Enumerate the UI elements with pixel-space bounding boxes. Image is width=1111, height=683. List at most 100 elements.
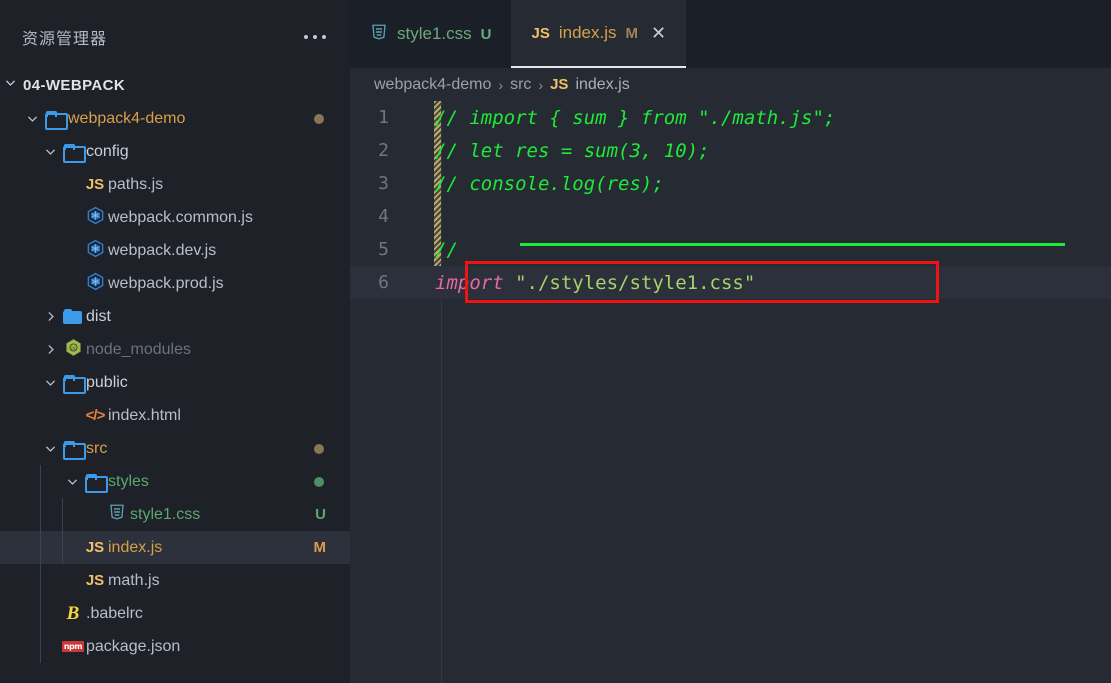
file-tree: webpack4-demo config JS paths.js webpack.com… — [0, 102, 350, 663]
chevron-down-icon[interactable] — [40, 376, 60, 389]
indent-guide — [62, 498, 63, 564]
editor-tab-style1-css[interactable]: style1.css U — [350, 0, 512, 68]
code-line[interactable]: 4 — [350, 200, 1111, 233]
tree-folder-webpack4-demo[interactable]: webpack4-demo — [0, 102, 350, 135]
code-line[interactable]: 6 import "./styles/style1.css" — [350, 266, 1111, 299]
code-editor[interactable]: 1 // import { sum } from "./math.js"; 2 // … — [350, 101, 1111, 683]
tree-file-math-js[interactable]: JS math.js — [0, 564, 350, 597]
code-token: "./styles/style1.css" — [515, 271, 756, 294]
tree-item-label: config — [86, 142, 129, 160]
tree-item-label: index.html — [108, 406, 181, 424]
tree-folder-styles[interactable]: styles — [0, 465, 350, 498]
tree-item-label: style1.css — [130, 505, 201, 523]
babel-icon: B — [66, 602, 80, 624]
git-status-badge: M — [313, 539, 327, 556]
folder-open-icon — [42, 111, 68, 130]
tree-file-index-html[interactable]: </> index.html — [0, 399, 350, 432]
chevron-down-icon[interactable] — [4, 76, 17, 94]
kebab-menu-icon[interactable] — [298, 29, 332, 45]
chevron-down-icon[interactable] — [62, 475, 82, 488]
chevron-down-icon[interactable] — [40, 442, 60, 455]
folder-open-icon — [60, 441, 86, 460]
folder-open-icon — [85, 474, 108, 493]
webpack-icon — [86, 239, 105, 263]
tree-item-label: node_modules — [86, 340, 191, 358]
tree-item-label: public — [86, 373, 128, 391]
code-token: // import { sum } from "./math.js"; — [435, 106, 836, 129]
code-text: // import { sum } from "./math.js"; — [404, 107, 835, 129]
code-line[interactable]: 1 // import { sum } from "./math.js"; — [350, 101, 1111, 134]
tree-folder-node-modules[interactable]: JS node_modules — [0, 333, 350, 366]
tree-file-webpack-dev-js[interactable]: webpack.dev.js — [0, 234, 350, 267]
workspace-root-row[interactable]: 04-WEBPACK — [0, 68, 350, 102]
tree-folder-public[interactable]: public — [0, 366, 350, 399]
tree-folder-dist[interactable]: dist — [0, 300, 350, 333]
tree-file-webpack-prod-js[interactable]: webpack.prod.js — [0, 267, 350, 300]
folder-open-icon — [82, 474, 108, 493]
code-token: import — [435, 271, 504, 294]
editor-tab-index-js[interactable]: JS index.js M ✕ — [511, 0, 687, 68]
webpack-icon — [86, 206, 105, 230]
code-line[interactable]: 5 // — [350, 233, 1111, 266]
folder-open-icon — [63, 441, 86, 460]
tree-file--babelrc[interactable]: B .babelrc — [0, 597, 350, 630]
code-text: // console.log(res); — [404, 173, 664, 195]
js-icon: JS — [85, 176, 105, 193]
breadcrumb-folder[interactable]: src — [510, 76, 531, 94]
nodejs-icon: JS — [64, 338, 83, 362]
tree-item-label: webpack.prod.js — [108, 274, 224, 292]
chevron-right-icon[interactable] — [40, 310, 60, 323]
folder-filled-icon — [63, 309, 83, 324]
folder-open-icon — [63, 375, 86, 394]
code-text: // — [404, 239, 469, 261]
code-token: // let res = sum(3, 10); — [435, 139, 710, 162]
line-number: 3 — [378, 173, 389, 194]
js-icon: JS — [531, 25, 549, 42]
line-number: 6 — [378, 272, 389, 293]
editor-tab-bar: style1.css U JS index.js M ✕ — [350, 0, 1111, 68]
webpack-icon — [86, 272, 105, 296]
html-icon: </> — [85, 407, 106, 424]
tree-item-label: index.js — [108, 538, 163, 556]
svg-text:JS: JS — [70, 345, 75, 351]
code-line[interactable]: 2 // let res = sum(3, 10); — [350, 134, 1111, 167]
tree-folder-src[interactable]: src — [0, 432, 350, 465]
line-number: 1 — [378, 107, 389, 128]
tree-file-paths-js[interactable]: JS paths.js — [0, 168, 350, 201]
chevron-down-icon[interactable] — [40, 145, 60, 158]
webpack-icon — [82, 206, 108, 230]
indent-guide — [40, 531, 41, 663]
breadcrumb-project[interactable]: webpack4-demo — [374, 76, 491, 94]
vscode-window: 资源管理器 04-WEBPACK webpack4-demo config JS pa… — [0, 0, 1111, 683]
folder-open-icon — [63, 144, 86, 163]
chevron-right-icon[interactable] — [40, 343, 60, 356]
css-icon — [370, 23, 388, 46]
tree-file-webpack-common-js[interactable]: webpack.common.js — [0, 201, 350, 234]
tree-item-label: dist — [86, 307, 111, 325]
js-icon: JS — [550, 76, 569, 93]
explorer-sidebar: 资源管理器 04-WEBPACK webpack4-demo config JS pa… — [0, 6, 350, 683]
line-number: 5 — [378, 239, 389, 260]
js-icon: JS — [85, 539, 105, 556]
js-icon: JS — [531, 24, 550, 42]
comment-rule-line — [520, 243, 1065, 246]
tree-item-label: package.json — [86, 637, 181, 655]
tree-file-index-js[interactable]: JS index.js M — [0, 531, 350, 564]
tree-item-label: webpack.common.js — [108, 208, 253, 226]
code-token: // console.log(res); — [435, 172, 664, 195]
tree-file-style1-css[interactable]: style1.css U — [0, 498, 350, 531]
css-icon — [104, 503, 130, 526]
tree-item-label: webpack4-demo — [68, 109, 186, 127]
breadcrumb-file[interactable]: index.js — [575, 76, 629, 94]
tree-item-label: styles — [108, 472, 149, 490]
close-icon[interactable]: ✕ — [651, 23, 666, 44]
tree-folder-config[interactable]: config — [0, 135, 350, 168]
tree-file-package-json[interactable]: npm package.json — [0, 630, 350, 663]
webpack-icon — [82, 272, 108, 296]
code-line[interactable]: 3 // console.log(res); — [350, 167, 1111, 200]
npm-icon: npm — [60, 641, 86, 652]
css-icon — [370, 23, 388, 46]
modified-dot-indicator — [314, 476, 324, 487]
chevron-down-icon[interactable] — [22, 112, 42, 125]
